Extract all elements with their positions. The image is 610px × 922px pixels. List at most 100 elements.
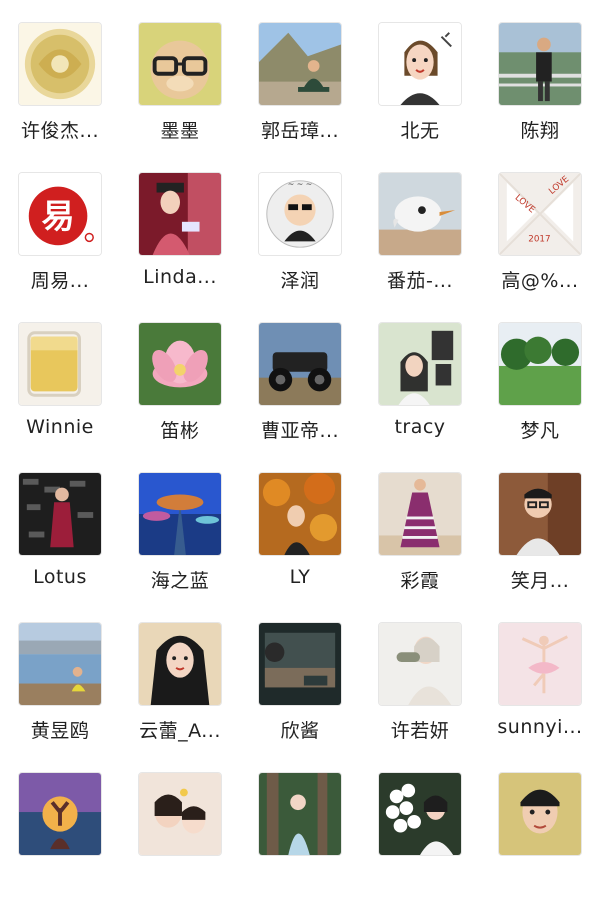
contact-name: 笑月... [510,570,570,592]
contact-item[interactable] [0,772,120,922]
avatar[interactable] [258,472,342,556]
contact-name: Linda... [143,266,217,288]
contact-name: 欣酱 [280,720,320,742]
contact-item[interactable]: 笑月... [480,472,600,622]
atv-vehicle-icon [259,323,341,405]
avatar[interactable] [498,622,582,706]
avatar[interactable] [498,772,582,856]
contact-name: sunnyi... [497,716,583,738]
glass-of-tea-icon [19,323,101,405]
avatar[interactable] [378,322,462,406]
contact-item[interactable]: LOVE LOVE 2017 高@%... [480,172,600,322]
dark-train-window-icon [259,623,341,705]
contact-item[interactable]: Winnie [0,322,120,472]
contact-item[interactable]: Lotus [0,472,120,622]
man-with-glasses-icon [499,473,581,555]
avatar[interactable] [18,472,102,556]
woman-green-wall-icon [379,323,461,405]
person-lakeside-icon [19,623,101,705]
avatar[interactable] [18,322,102,406]
contact-item[interactable]: 黄昱鸥 [0,622,120,772]
contact-name: 陈翔 [520,120,560,142]
woman-white-flowers-icon [379,773,461,855]
pink-lotus-flower-icon [139,323,221,405]
contact-name: 周易... [30,270,90,292]
man-meditating-rock-icon [259,23,341,105]
contact-item[interactable]: 许若妍 [360,622,480,772]
contact-item[interactable]: 曹亚帝... [240,322,360,472]
contact-name: 北无 [400,120,440,142]
avatar[interactable] [258,622,342,706]
contact-item[interactable]: 番茄-... [360,172,480,322]
contact-name: 黄昱鸥 [30,720,90,742]
avatar[interactable] [258,322,342,406]
avatar[interactable] [378,172,462,256]
contact-item[interactable]: Linda... [120,172,240,322]
avatar[interactable]: ~ ~ ~ [258,172,342,256]
green-lawn-trees-icon [499,323,581,405]
contact-item[interactable] [120,772,240,922]
contact-item[interactable]: 郭岳璋... [240,22,360,172]
contact-name: 梦凡 [520,420,560,442]
contact-item[interactable] [480,772,600,922]
avatar[interactable] [378,472,462,556]
contact-item[interactable]: sunnyi... [480,622,600,772]
avatar[interactable] [258,22,342,106]
contact-name: LY [289,566,311,588]
avatar[interactable] [138,472,222,556]
yoga-sunset-icon [19,773,101,855]
contact-item[interactable]: 北无 [360,22,480,172]
contact-item[interactable]: 墨墨 [120,22,240,172]
avatar[interactable] [18,772,102,856]
contact-item[interactable]: 海之蓝 [120,472,240,622]
contact-name: 郭岳璋... [260,120,340,142]
contact-name: 墨墨 [160,120,200,142]
avatar[interactable] [18,622,102,706]
contact-item[interactable]: 梦凡 [480,322,600,472]
avatar[interactable] [498,472,582,556]
contact-item[interactable]: ~ ~ ~ 泽润 [240,172,360,322]
avatar[interactable] [138,622,222,706]
contact-item[interactable]: LY [240,472,360,622]
contact-name: Lotus [33,566,87,588]
avatar[interactable] [138,322,222,406]
contact-name: 许俊杰... [20,120,100,142]
contact-item[interactable]: 易周易... [0,172,120,322]
avatar[interactable] [258,772,342,856]
contact-item[interactable]: 笛彬 [120,322,240,472]
avatar[interactable]: LOVE LOVE 2017 [498,172,582,256]
contact-item[interactable] [360,772,480,922]
avatar[interactable]: 易 [18,172,102,256]
contact-item[interactable]: 许俊杰... [0,22,120,172]
avatar[interactable] [498,22,582,106]
contact-name: 笛彬 [160,420,200,442]
contact-name: 海之蓝 [150,570,210,592]
supertree-night-icon [139,473,221,555]
contact-name: 曹亚帝... [260,420,340,442]
contact-name: tracy [394,416,446,438]
avatar[interactable] [18,22,102,106]
contact-name: 番茄-... [387,270,453,292]
svg-text:~ ~ ~: ~ ~ ~ [288,180,313,189]
avatar[interactable] [378,22,462,106]
avatar[interactable] [378,622,462,706]
contact-item[interactable]: 欣酱 [240,622,360,772]
plush-toy-glasses-icon [139,23,221,105]
woman-drinking-icon [379,623,461,705]
woman-striped-dress-icon [379,473,461,555]
avatar[interactable] [498,322,582,406]
avatar[interactable] [138,772,222,856]
contact-item[interactable]: 陈翔 [480,22,600,172]
avatar[interactable] [138,22,222,106]
ballet-dancer-icon [499,623,581,705]
contact-item[interactable]: 彩霞 [360,472,480,622]
contact-item[interactable]: 云蕾_A... [120,622,240,772]
contact-item[interactable] [240,772,360,922]
cartoon-woman-sketch-icon [379,23,461,105]
woman-event-backdrop-icon [19,473,101,555]
contact-name: 许若妍 [390,720,450,742]
contact-item[interactable]: tracy [360,322,480,472]
avatar[interactable] [378,772,462,856]
avatar[interactable] [138,172,222,256]
golden-dragon-seal-icon [19,23,101,105]
